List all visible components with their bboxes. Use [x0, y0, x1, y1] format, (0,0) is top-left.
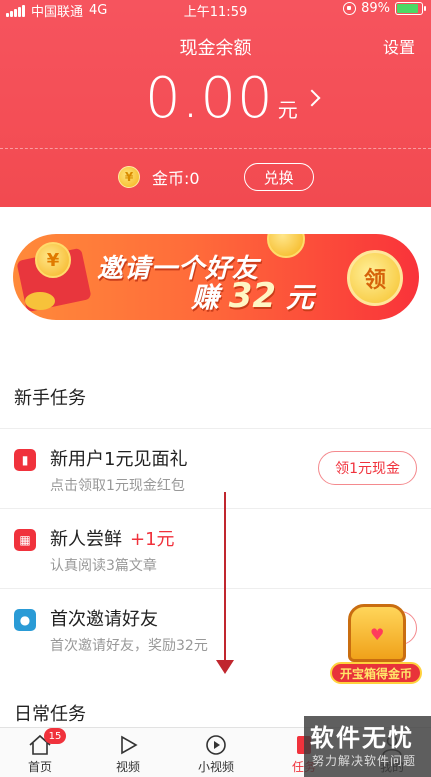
- banner-reward-prefix: 赚: [191, 281, 220, 314]
- treasure-label: 开宝箱得金币: [330, 662, 422, 684]
- exchange-button[interactable]: 兑换: [243, 163, 314, 191]
- chevron-right-icon[interactable]: [303, 89, 321, 107]
- battery-fill: [397, 4, 419, 13]
- tab-home[interactable]: 15 首页: [10, 728, 70, 775]
- task-subtitle: 首次邀请好友，奖励32元: [50, 638, 208, 654]
- battery-icon: [395, 2, 426, 15]
- short-video-icon: [186, 732, 246, 758]
- task-bonus: +1元: [130, 529, 175, 550]
- coin-icon: ¥: [35, 242, 71, 278]
- site-watermark: 软件无忧 努力解决软件问题: [304, 716, 431, 777]
- coin-row: ¥ 金币:0 兑换: [118, 163, 314, 191]
- tab-label: 小视频: [197, 760, 234, 774]
- task-title: 首次邀请好友: [50, 605, 158, 631]
- status-bar: 中国联通 4G 上午11:59 89%: [0, 0, 431, 20]
- tab-short-video[interactable]: 小视频: [186, 732, 246, 775]
- task-item[interactable]: ▦ 新人尝鲜 +1元 认真阅读3篇文章: [0, 508, 431, 588]
- section-title-daily: 日常任务: [14, 704, 86, 725]
- coin-icon: ¥: [118, 166, 140, 188]
- notification-badge: 15: [44, 728, 66, 744]
- battery-percent: 89%: [361, 1, 390, 16]
- claim-cash-button[interactable]: 领1元现金: [318, 451, 417, 485]
- balance-amount: 0.00: [145, 66, 274, 131]
- settings-button[interactable]: 设置: [383, 34, 415, 58]
- banner-reward-amount: 32: [228, 276, 277, 316]
- watermark-title: 软件无忧: [310, 724, 414, 752]
- heart-icon: ♥: [370, 625, 385, 644]
- tab-video[interactable]: 视频: [98, 732, 158, 775]
- watermark-subtitle: 努力解决软件问题: [312, 754, 417, 768]
- page-title: 现金余额: [179, 38, 252, 59]
- claim-coin-button[interactable]: 领: [347, 250, 403, 306]
- tab-label: 视频: [115, 760, 140, 774]
- rotation-lock-icon: [343, 2, 357, 15]
- task-title-text: 新用户1元见面礼: [50, 449, 188, 470]
- play-icon: [98, 732, 158, 758]
- task-subtitle: 点击领取1元现金红包: [50, 478, 185, 494]
- cash-balance[interactable]: 0.00 元: [145, 66, 298, 131]
- gift-envelope-icon: ▮: [14, 449, 36, 471]
- section-title-novice: 新手任务: [14, 388, 86, 409]
- task-title: 新用户1元见面礼: [50, 445, 187, 471]
- banner-reward-unit: 元: [285, 281, 314, 314]
- treasure-chest-button[interactable]: ♥ 开宝箱得金币: [330, 604, 422, 688]
- header: 中国联通 4G 上午11:59 89% 现金余额 设置 0.00 元 ¥ 金币:…: [0, 0, 431, 207]
- coin-icon: [267, 234, 305, 258]
- task-title-text: 新人尝鲜: [50, 529, 122, 550]
- invite-friend-banner[interactable]: ¥ 邀请一个好友 赚 32 元 领: [13, 234, 419, 320]
- annotation-arrow-head: [216, 660, 234, 674]
- tab-label: 首页: [27, 760, 52, 774]
- divider: [0, 148, 431, 149]
- task-title-text: 首次邀请好友: [50, 609, 158, 630]
- task-subtitle: 认真阅读3篇文章: [50, 558, 157, 574]
- treasure-chest-icon: ♥: [348, 604, 406, 662]
- annotation-arrow: [224, 492, 226, 664]
- balance-unit: 元: [277, 98, 298, 122]
- task-title: 新人尝鲜 +1元: [50, 525, 175, 551]
- coin-balance: 金币:0: [152, 169, 200, 188]
- coin-stack-icon: [25, 292, 55, 310]
- task-item[interactable]: ▮ 新用户1元见面礼 点击领取1元现金红包 领1元现金: [0, 428, 431, 508]
- friends-icon: ●: [14, 609, 36, 631]
- banner-reward: 赚 32 元: [191, 276, 314, 316]
- gift-box-icon: ▦: [14, 529, 36, 551]
